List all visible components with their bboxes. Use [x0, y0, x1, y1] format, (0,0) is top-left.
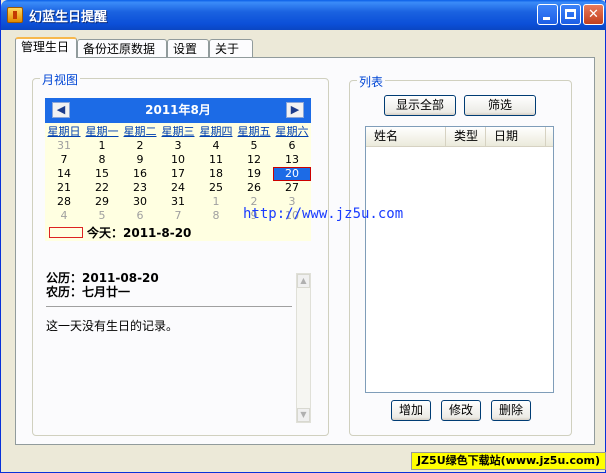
- column-date[interactable]: 日期: [486, 127, 546, 146]
- weekday-label: 星期四: [197, 124, 235, 139]
- minimize-button[interactable]: [537, 4, 558, 25]
- column-type[interactable]: 类型: [446, 127, 486, 146]
- date-info: 公历：2011-08-20 农历：七月廿一: [46, 271, 159, 299]
- calendar-day[interactable]: 26: [235, 181, 273, 195]
- calendar-day[interactable]: 10: [159, 153, 197, 167]
- divider: [46, 306, 292, 307]
- calendar-day[interactable]: 19: [235, 167, 273, 181]
- delete-button[interactable]: 删除: [491, 400, 531, 421]
- calendar-day[interactable]: 13: [273, 153, 311, 167]
- tab-manage-birthdays[interactable]: 管理生日: [15, 37, 77, 58]
- calendar-day[interactable]: 1: [197, 195, 235, 209]
- tab-backup-restore[interactable]: 备份还原数据: [77, 39, 167, 57]
- today-link[interactable]: 今天：2011-8-20: [87, 224, 191, 241]
- arrow-left-icon: ◀: [56, 103, 66, 116]
- column-name[interactable]: 姓名: [366, 127, 446, 146]
- no-record-text: 这一天没有生日的记录。: [46, 319, 179, 333]
- tab-about[interactable]: 关于: [209, 39, 253, 57]
- close-button[interactable]: ✕: [583, 4, 604, 25]
- weekday-label: 星期一: [83, 124, 121, 139]
- calendar-day[interactable]: 25: [197, 181, 235, 195]
- calendar-day[interactable]: 28: [45, 195, 83, 209]
- calendar-day[interactable]: 18: [197, 167, 235, 181]
- calendar-day[interactable]: 6: [273, 139, 311, 153]
- calendar-day[interactable]: 5: [83, 209, 121, 223]
- list-header: 姓名 类型 日期: [366, 127, 553, 147]
- calendar-month-title: 2011年8月: [145, 103, 211, 117]
- arrow-right-icon: ▶: [290, 103, 300, 116]
- calendar-day[interactable]: 8: [197, 209, 235, 223]
- calendar-day[interactable]: 31: [45, 139, 83, 153]
- calendar-day[interactable]: 20: [273, 167, 311, 181]
- calendar-day[interactable]: 14: [45, 167, 83, 181]
- calendar-day[interactable]: 31: [159, 195, 197, 209]
- scroll-up-icon[interactable]: ▲: [297, 274, 310, 288]
- calendar-day[interactable]: 4: [197, 139, 235, 153]
- scroll-down-icon[interactable]: ▼: [297, 408, 310, 422]
- tab-settings[interactable]: 设置: [167, 39, 209, 57]
- weekday-label: 星期日: [45, 124, 83, 139]
- calendar-day[interactable]: 29: [83, 195, 121, 209]
- close-icon: ✕: [588, 7, 599, 22]
- site-watermark-badge: JZ5U绿色下载站(www.jz5u.com): [411, 452, 606, 470]
- calendar-day[interactable]: 3: [159, 139, 197, 153]
- show-all-button[interactable]: 显示全部: [384, 95, 456, 116]
- weekday-label: 星期五: [235, 124, 273, 139]
- app-icon: [7, 7, 23, 23]
- calendar-day[interactable]: 12: [235, 153, 273, 167]
- list-label: 列表: [357, 73, 386, 90]
- calendar-day[interactable]: 6: [121, 209, 159, 223]
- calendar-day[interactable]: 15: [83, 167, 121, 181]
- birthday-list[interactable]: 姓名 类型 日期: [365, 126, 554, 393]
- window-title: 幻蓝生日提醒: [29, 10, 108, 25]
- edit-button[interactable]: 修改: [441, 400, 481, 421]
- title-bar[interactable]: 幻蓝生日提醒 ✕: [1, 0, 606, 30]
- calendar-day[interactable]: 8: [83, 153, 121, 167]
- today-marker: [49, 227, 83, 238]
- weekday-label: 星期六: [273, 124, 311, 139]
- calendar-day[interactable]: 2: [121, 139, 159, 153]
- minimize-icon: [543, 17, 550, 20]
- calendar-day[interactable]: 5: [235, 139, 273, 153]
- calendar-day[interactable]: 23: [121, 181, 159, 195]
- calendar-day[interactable]: 9: [121, 153, 159, 167]
- calendar-day[interactable]: 22: [83, 181, 121, 195]
- calendar-day[interactable]: 21: [45, 181, 83, 195]
- add-button[interactable]: 增加: [391, 400, 431, 421]
- weekday-row: 星期日 星期一 星期二 星期三 星期四 星期五 星期六: [45, 124, 311, 139]
- calendar-day[interactable]: 7: [45, 153, 83, 167]
- calendar-day[interactable]: 7: [159, 209, 197, 223]
- calendar-day[interactable]: 11: [197, 153, 235, 167]
- app-window: 幻蓝生日提醒 ✕ 管理生日 备份还原数据 设置 关于 月视图 2011年8月 ◀…: [0, 0, 606, 473]
- calendar-day[interactable]: 17: [159, 167, 197, 181]
- lunar-date: 农历：七月廿一: [46, 285, 131, 299]
- prev-month-button[interactable]: ◀: [52, 102, 70, 118]
- calendar-header: 2011年8月 ◀ ▶: [45, 98, 311, 123]
- tab-panel: 月视图 2011年8月 ◀ ▶ 星期日 星期一 星期二 星期三 星期四 星期五 …: [15, 57, 595, 445]
- maximize-button[interactable]: [560, 4, 581, 25]
- month-view-label: 月视图: [40, 71, 81, 88]
- calendar-day[interactable]: 16: [121, 167, 159, 181]
- filter-button[interactable]: 筛选: [464, 95, 536, 116]
- maximize-icon: [565, 9, 576, 19]
- weekday-label: 星期三: [159, 124, 197, 139]
- weekday-label: 星期二: [121, 124, 159, 139]
- site-url-watermark: http://www.jz5u.com: [243, 206, 404, 222]
- calendar-day[interactable]: 1: [83, 139, 121, 153]
- next-month-button[interactable]: ▶: [286, 102, 304, 118]
- calendar-day[interactable]: 24: [159, 181, 197, 195]
- solar-date: 公历：2011-08-20: [46, 271, 159, 285]
- calendar-day[interactable]: 27: [273, 181, 311, 195]
- calendar-day[interactable]: 4: [45, 209, 83, 223]
- calendar-day[interactable]: 30: [121, 195, 159, 209]
- detail-scrollbar[interactable]: ▲ ▼: [296, 273, 311, 423]
